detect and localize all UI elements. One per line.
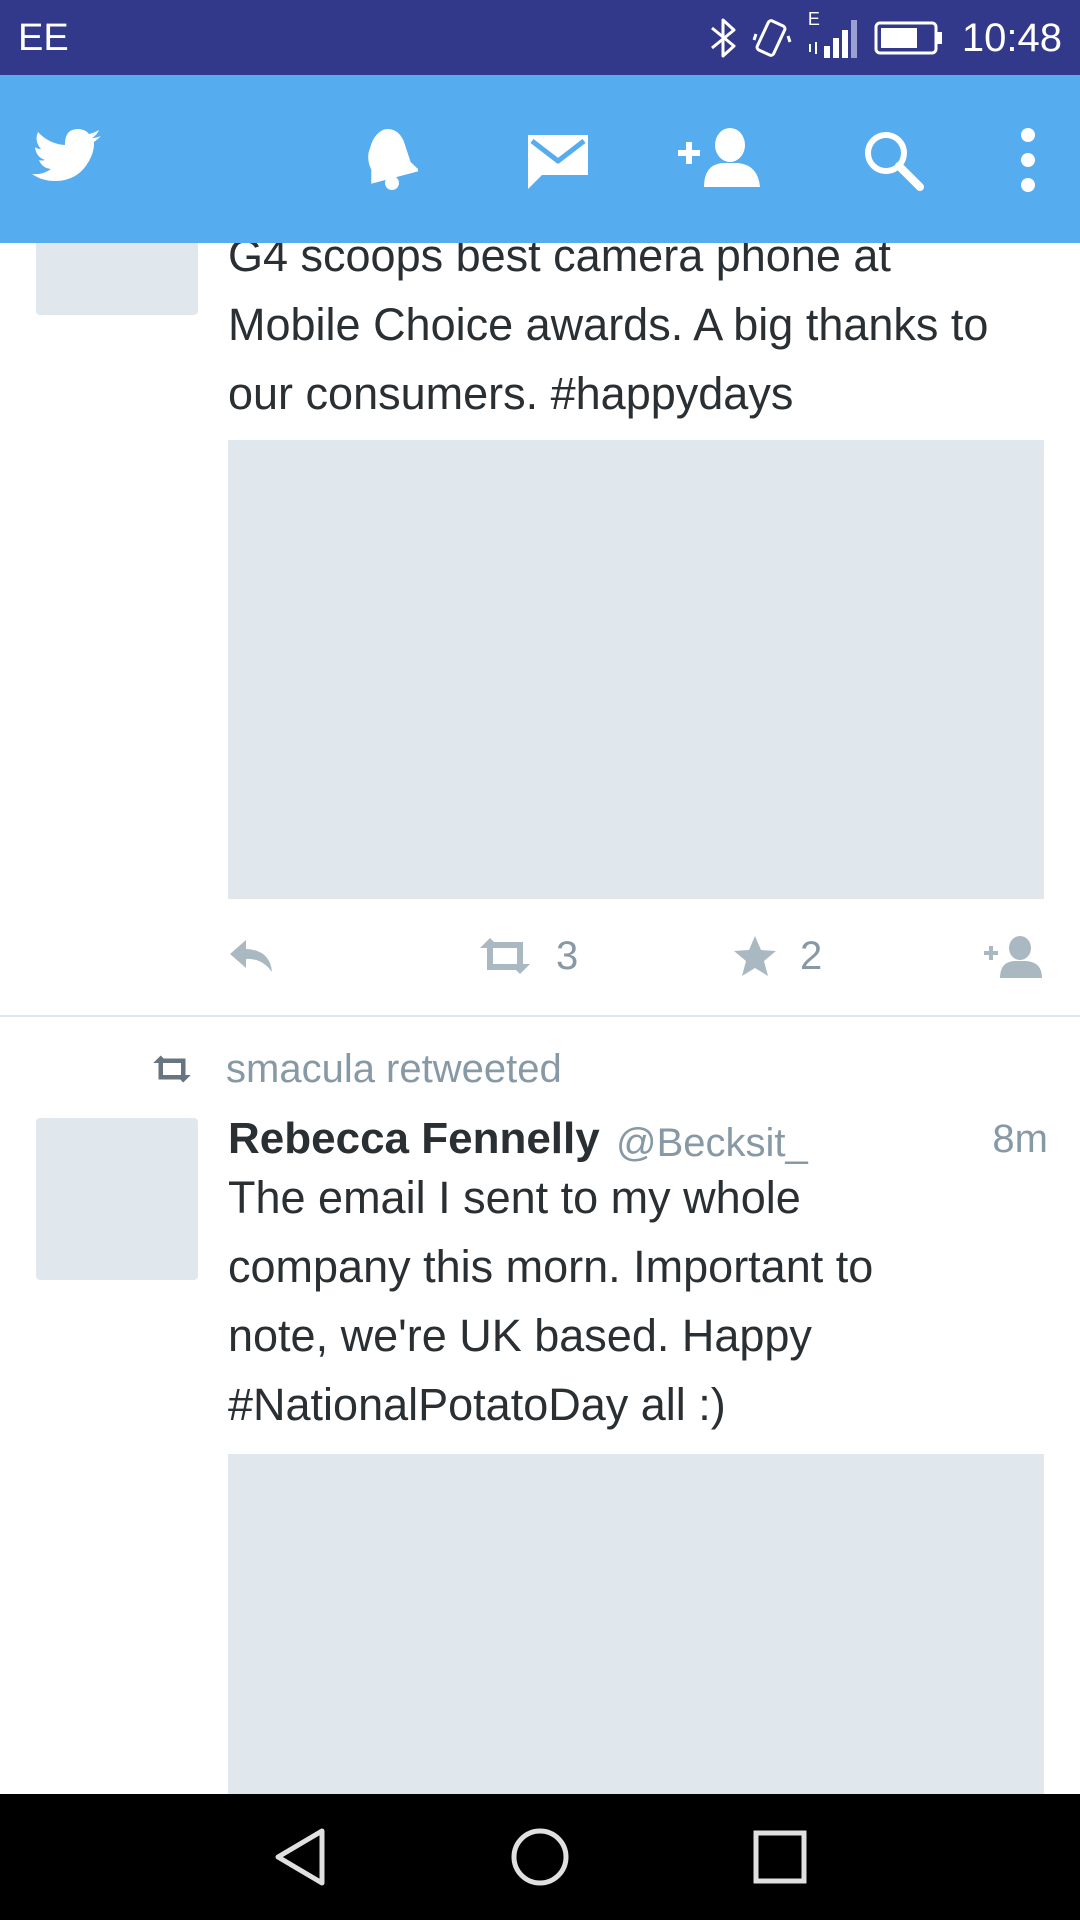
tweet-text: G4 scoops best camera phone at Mobile Ch… bbox=[228, 243, 989, 419]
avatar[interactable] bbox=[36, 243, 198, 315]
retweet-icon bbox=[480, 938, 530, 974]
follow-icon[interactable] bbox=[982, 935, 1044, 979]
notifications-bell-icon[interactable] bbox=[360, 125, 418, 191]
retweeted-by-label[interactable]: smacula retweeted bbox=[226, 1047, 562, 1092]
recents-icon[interactable] bbox=[752, 1827, 808, 1887]
tweet-media[interactable] bbox=[228, 1454, 1044, 1794]
tweet-divider bbox=[0, 1015, 1080, 1017]
app-bar bbox=[0, 75, 1080, 243]
vibrate-icon bbox=[752, 19, 792, 57]
back-icon[interactable] bbox=[272, 1827, 328, 1887]
star-icon bbox=[734, 936, 776, 976]
favorite-action[interactable]: 2 bbox=[732, 931, 822, 981]
retweet-count: 3 bbox=[556, 933, 579, 978]
clock: 10:48 bbox=[961, 16, 1062, 60]
avatar[interactable] bbox=[36, 1118, 198, 1280]
twitter-bird-icon[interactable] bbox=[30, 128, 104, 190]
messages-envelope-icon[interactable] bbox=[526, 133, 590, 189]
status-icons: E 10:48 bbox=[708, 10, 1062, 64]
home-icon[interactable] bbox=[510, 1827, 570, 1887]
overflow-menu-icon[interactable] bbox=[1018, 127, 1038, 193]
display-name[interactable]: Rebecca Fennelly bbox=[228, 1109, 600, 1169]
status-bar: EE E 10:48 bbox=[0, 0, 1080, 75]
retweet-action[interactable]: 3 bbox=[476, 931, 578, 981]
retweet-small-icon bbox=[153, 1055, 191, 1083]
tweet-media[interactable] bbox=[228, 440, 1044, 899]
tweet-timestamp: 8m bbox=[992, 1117, 1048, 1161]
reply-icon[interactable] bbox=[228, 938, 274, 974]
signal-icon: E bbox=[806, 10, 860, 64]
search-icon[interactable] bbox=[862, 129, 924, 191]
retweet-context: smacula retweeted bbox=[150, 1044, 562, 1094]
add-user-icon[interactable] bbox=[674, 127, 764, 189]
tweet-text: The email I sent to my whole company thi… bbox=[228, 1172, 874, 1430]
tweet-header: Rebecca Fennelly @Becksit_ 8m bbox=[228, 1109, 1048, 1169]
carrier-label: EE bbox=[18, 17, 69, 59]
battery-icon bbox=[874, 21, 942, 55]
navigation-bar bbox=[0, 1794, 1080, 1920]
favorite-count: 2 bbox=[800, 933, 823, 978]
timeline-feed[interactable]: G4 scoops best camera phone at Mobile Ch… bbox=[0, 243, 1080, 1794]
bluetooth-icon bbox=[710, 18, 736, 58]
